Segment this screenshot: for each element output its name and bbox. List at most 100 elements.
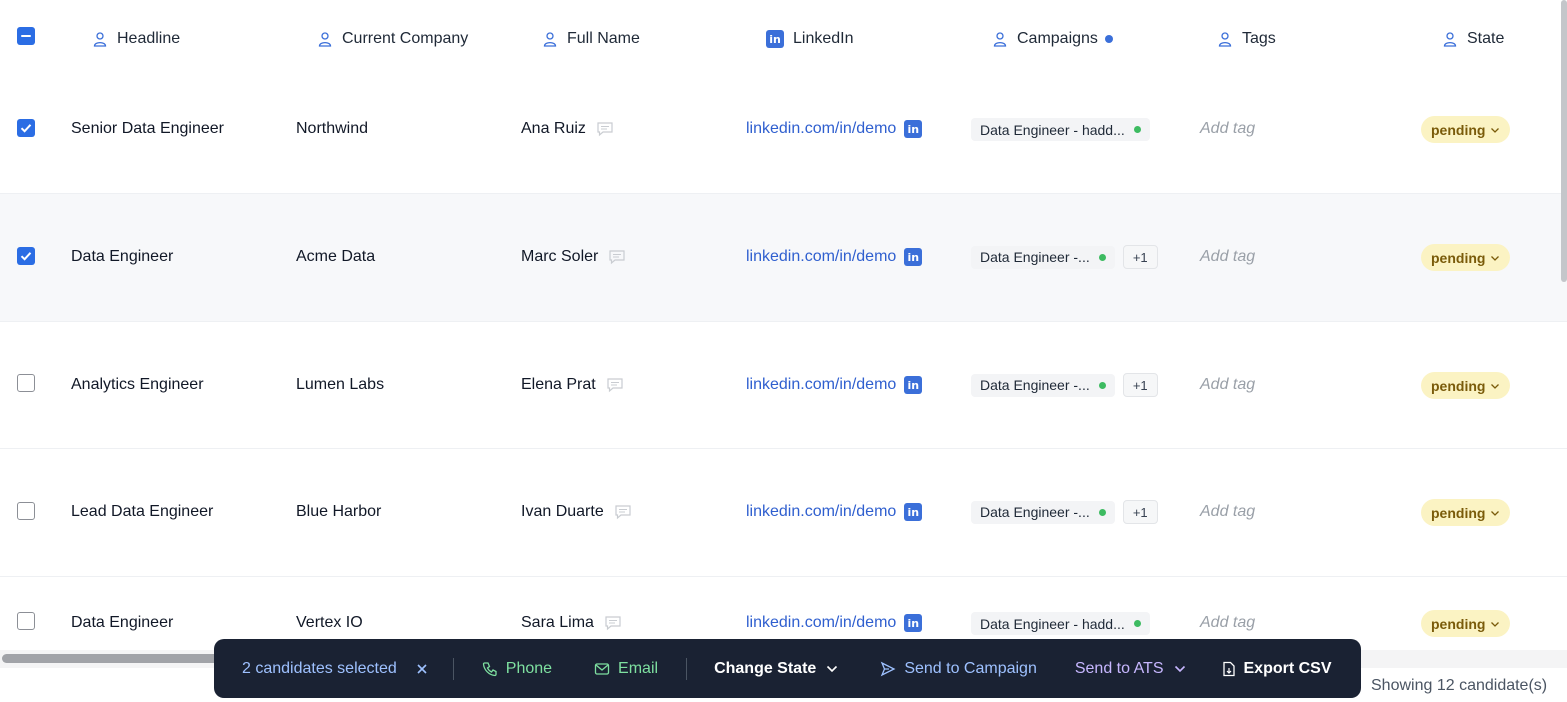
column-header-tags[interactable]: Tags bbox=[1217, 27, 1276, 51]
row-checkbox[interactable] bbox=[17, 612, 35, 630]
vertical-scrollbar[interactable] bbox=[1561, 0, 1567, 282]
column-header-headline[interactable]: Headline bbox=[92, 27, 180, 51]
divider bbox=[452, 657, 454, 680]
linkedin-cell[interactable]: linkedin.com/in/demo in bbox=[746, 614, 923, 632]
add-tag-button[interactable]: Add tag bbox=[1200, 376, 1255, 394]
comment-icon[interactable] bbox=[608, 249, 626, 265]
state-dropdown[interactable]: pending bbox=[1421, 372, 1511, 399]
row-checkbox[interactable] bbox=[17, 119, 35, 137]
linkedin-cell[interactable]: linkedin.com/in/demo in bbox=[746, 248, 923, 266]
change-state-dropdown[interactable]: Change State bbox=[714, 660, 838, 678]
close-icon[interactable] bbox=[415, 662, 429, 676]
full-name-cell: Marc Soler bbox=[521, 248, 626, 266]
add-tag-button[interactable]: Add tag bbox=[1200, 503, 1255, 521]
email-button[interactable]: Email bbox=[594, 660, 658, 678]
linkedin-icon[interactable]: in bbox=[904, 248, 923, 266]
campaigns-cell[interactable]: Data Engineer - hadd... bbox=[971, 118, 1150, 141]
state-cell[interactable]: pending bbox=[1421, 116, 1511, 143]
divider bbox=[686, 657, 688, 680]
select-all-checkbox[interactable] bbox=[17, 27, 35, 45]
full-name-cell: Elena Prat bbox=[521, 376, 624, 394]
person-icon bbox=[1443, 32, 1457, 47]
add-tag-button[interactable]: Add tag bbox=[1200, 120, 1255, 138]
chevron-down-icon bbox=[1491, 621, 1500, 627]
comment-icon[interactable] bbox=[614, 504, 632, 520]
state-cell[interactable]: pending bbox=[1421, 372, 1511, 399]
row-checkbox[interactable] bbox=[17, 247, 35, 265]
full-name: Marc Soler bbox=[521, 248, 599, 265]
campaigns-cell[interactable]: Data Engineer - hadd... bbox=[971, 612, 1150, 635]
column-label: LinkedIn bbox=[793, 30, 854, 47]
linkedin-link[interactable]: linkedin.com/in/demo bbox=[746, 503, 896, 521]
campaigns-cell[interactable]: Data Engineer -... +1 bbox=[971, 500, 1158, 524]
column-header-full-name[interactable]: Full Name bbox=[542, 27, 640, 51]
state-label: pending bbox=[1431, 504, 1486, 521]
linkedin-link[interactable]: linkedin.com/in/demo bbox=[746, 120, 896, 138]
send-to-ats-dropdown[interactable]: Send to ATS bbox=[1075, 660, 1186, 678]
comment-icon[interactable] bbox=[604, 615, 622, 631]
state-dropdown[interactable]: pending bbox=[1421, 116, 1511, 143]
chevron-down-icon bbox=[1491, 127, 1500, 133]
linkedin-link[interactable]: linkedin.com/in/demo bbox=[746, 248, 896, 266]
more-campaigns-chip[interactable]: +1 bbox=[1122, 500, 1158, 524]
campaign-chip[interactable]: Data Engineer -... bbox=[971, 373, 1115, 397]
export-csv-button[interactable]: Export CSV bbox=[1222, 660, 1332, 678]
linkedin-icon[interactable]: in bbox=[904, 120, 923, 138]
campaign-name: Data Engineer - hadd... bbox=[980, 121, 1125, 138]
column-header-linkedin[interactable]: in LinkedIn bbox=[766, 27, 854, 51]
linkedin-cell[interactable]: linkedin.com/in/demo in bbox=[746, 376, 923, 394]
state-label: pending bbox=[1431, 121, 1486, 138]
campaign-chip[interactable]: Data Engineer -... bbox=[971, 245, 1115, 269]
more-campaigns-chip[interactable]: +1 bbox=[1122, 245, 1158, 269]
comment-icon[interactable] bbox=[596, 121, 614, 137]
linkedin-icon: in bbox=[766, 30, 784, 48]
headline-cell: Analytics Engineer bbox=[71, 376, 204, 393]
state-dropdown[interactable]: pending bbox=[1421, 610, 1511, 637]
headline-cell: Lead Data Engineer bbox=[71, 503, 214, 520]
campaign-chip[interactable]: Data Engineer -... bbox=[971, 500, 1115, 524]
linkedin-icon[interactable]: in bbox=[904, 376, 923, 394]
linkedin-icon[interactable]: in bbox=[904, 503, 923, 521]
linkedin-cell[interactable]: linkedin.com/in/demo in bbox=[746, 120, 923, 138]
table-row[interactable]: Lead Data Engineer Blue Harbor Ivan Duar… bbox=[0, 449, 1567, 577]
column-header-state[interactable]: State bbox=[1442, 27, 1504, 51]
campaign-name: Data Engineer -... bbox=[980, 377, 1090, 393]
state-dropdown[interactable]: pending bbox=[1421, 499, 1511, 526]
table-row[interactable]: Analytics Engineer Lumen Labs Elena Prat… bbox=[0, 322, 1567, 449]
column-header-campaigns[interactable]: Campaigns bbox=[992, 27, 1113, 51]
bulk-action-bar: 2 candidates selected Phone Email Change… bbox=[214, 639, 1361, 698]
linkedin-icon[interactable]: in bbox=[904, 614, 923, 632]
row-checkbox[interactable] bbox=[17, 502, 35, 520]
state-cell[interactable]: pending bbox=[1421, 499, 1511, 526]
campaigns-cell[interactable]: Data Engineer -... +1 bbox=[971, 245, 1158, 269]
campaign-status-dot bbox=[1098, 381, 1106, 389]
send-to-campaign-button[interactable]: Send to Campaign bbox=[880, 660, 1037, 678]
linkedin-link[interactable]: linkedin.com/in/demo bbox=[746, 614, 896, 632]
campaign-chip[interactable]: Data Engineer - hadd... bbox=[971, 118, 1150, 141]
comment-icon[interactable] bbox=[606, 377, 624, 393]
campaign-chip[interactable]: Data Engineer - hadd... bbox=[971, 612, 1150, 635]
column-header-current-company[interactable]: Current Company bbox=[317, 27, 468, 51]
table-row[interactable]: Senior Data Engineer Northwind Ana Ruiz … bbox=[0, 66, 1567, 194]
state-dropdown[interactable]: pending bbox=[1421, 244, 1511, 271]
more-campaigns-chip[interactable]: +1 bbox=[1122, 373, 1158, 397]
email-label: Email bbox=[618, 659, 659, 677]
state-cell[interactable]: pending bbox=[1421, 244, 1511, 271]
state-label: pending bbox=[1431, 377, 1486, 394]
send-to-campaign-label: Send to Campaign bbox=[904, 659, 1037, 677]
table-row[interactable]: Data Engineer Acme Data Marc Soler linke… bbox=[0, 194, 1567, 322]
phone-button[interactable]: Phone bbox=[482, 660, 552, 678]
full-name: Sara Lima bbox=[521, 614, 594, 631]
row-checkbox[interactable] bbox=[17, 374, 35, 392]
mail-icon bbox=[594, 662, 610, 675]
add-tag-button[interactable]: Add tag bbox=[1200, 248, 1255, 266]
campaigns-cell[interactable]: Data Engineer -... +1 bbox=[971, 373, 1158, 397]
state-cell[interactable]: pending bbox=[1421, 610, 1511, 637]
company-cell: Blue Harbor bbox=[296, 503, 382, 520]
linkedin-link[interactable]: linkedin.com/in/demo bbox=[746, 376, 896, 394]
candidates-table: Headline Current Company Full Name in Li… bbox=[0, 0, 1567, 655]
linkedin-cell[interactable]: linkedin.com/in/demo in bbox=[746, 503, 923, 521]
phone-label: Phone bbox=[505, 659, 553, 677]
state-label: pending bbox=[1431, 249, 1486, 266]
add-tag-button[interactable]: Add tag bbox=[1200, 614, 1255, 632]
